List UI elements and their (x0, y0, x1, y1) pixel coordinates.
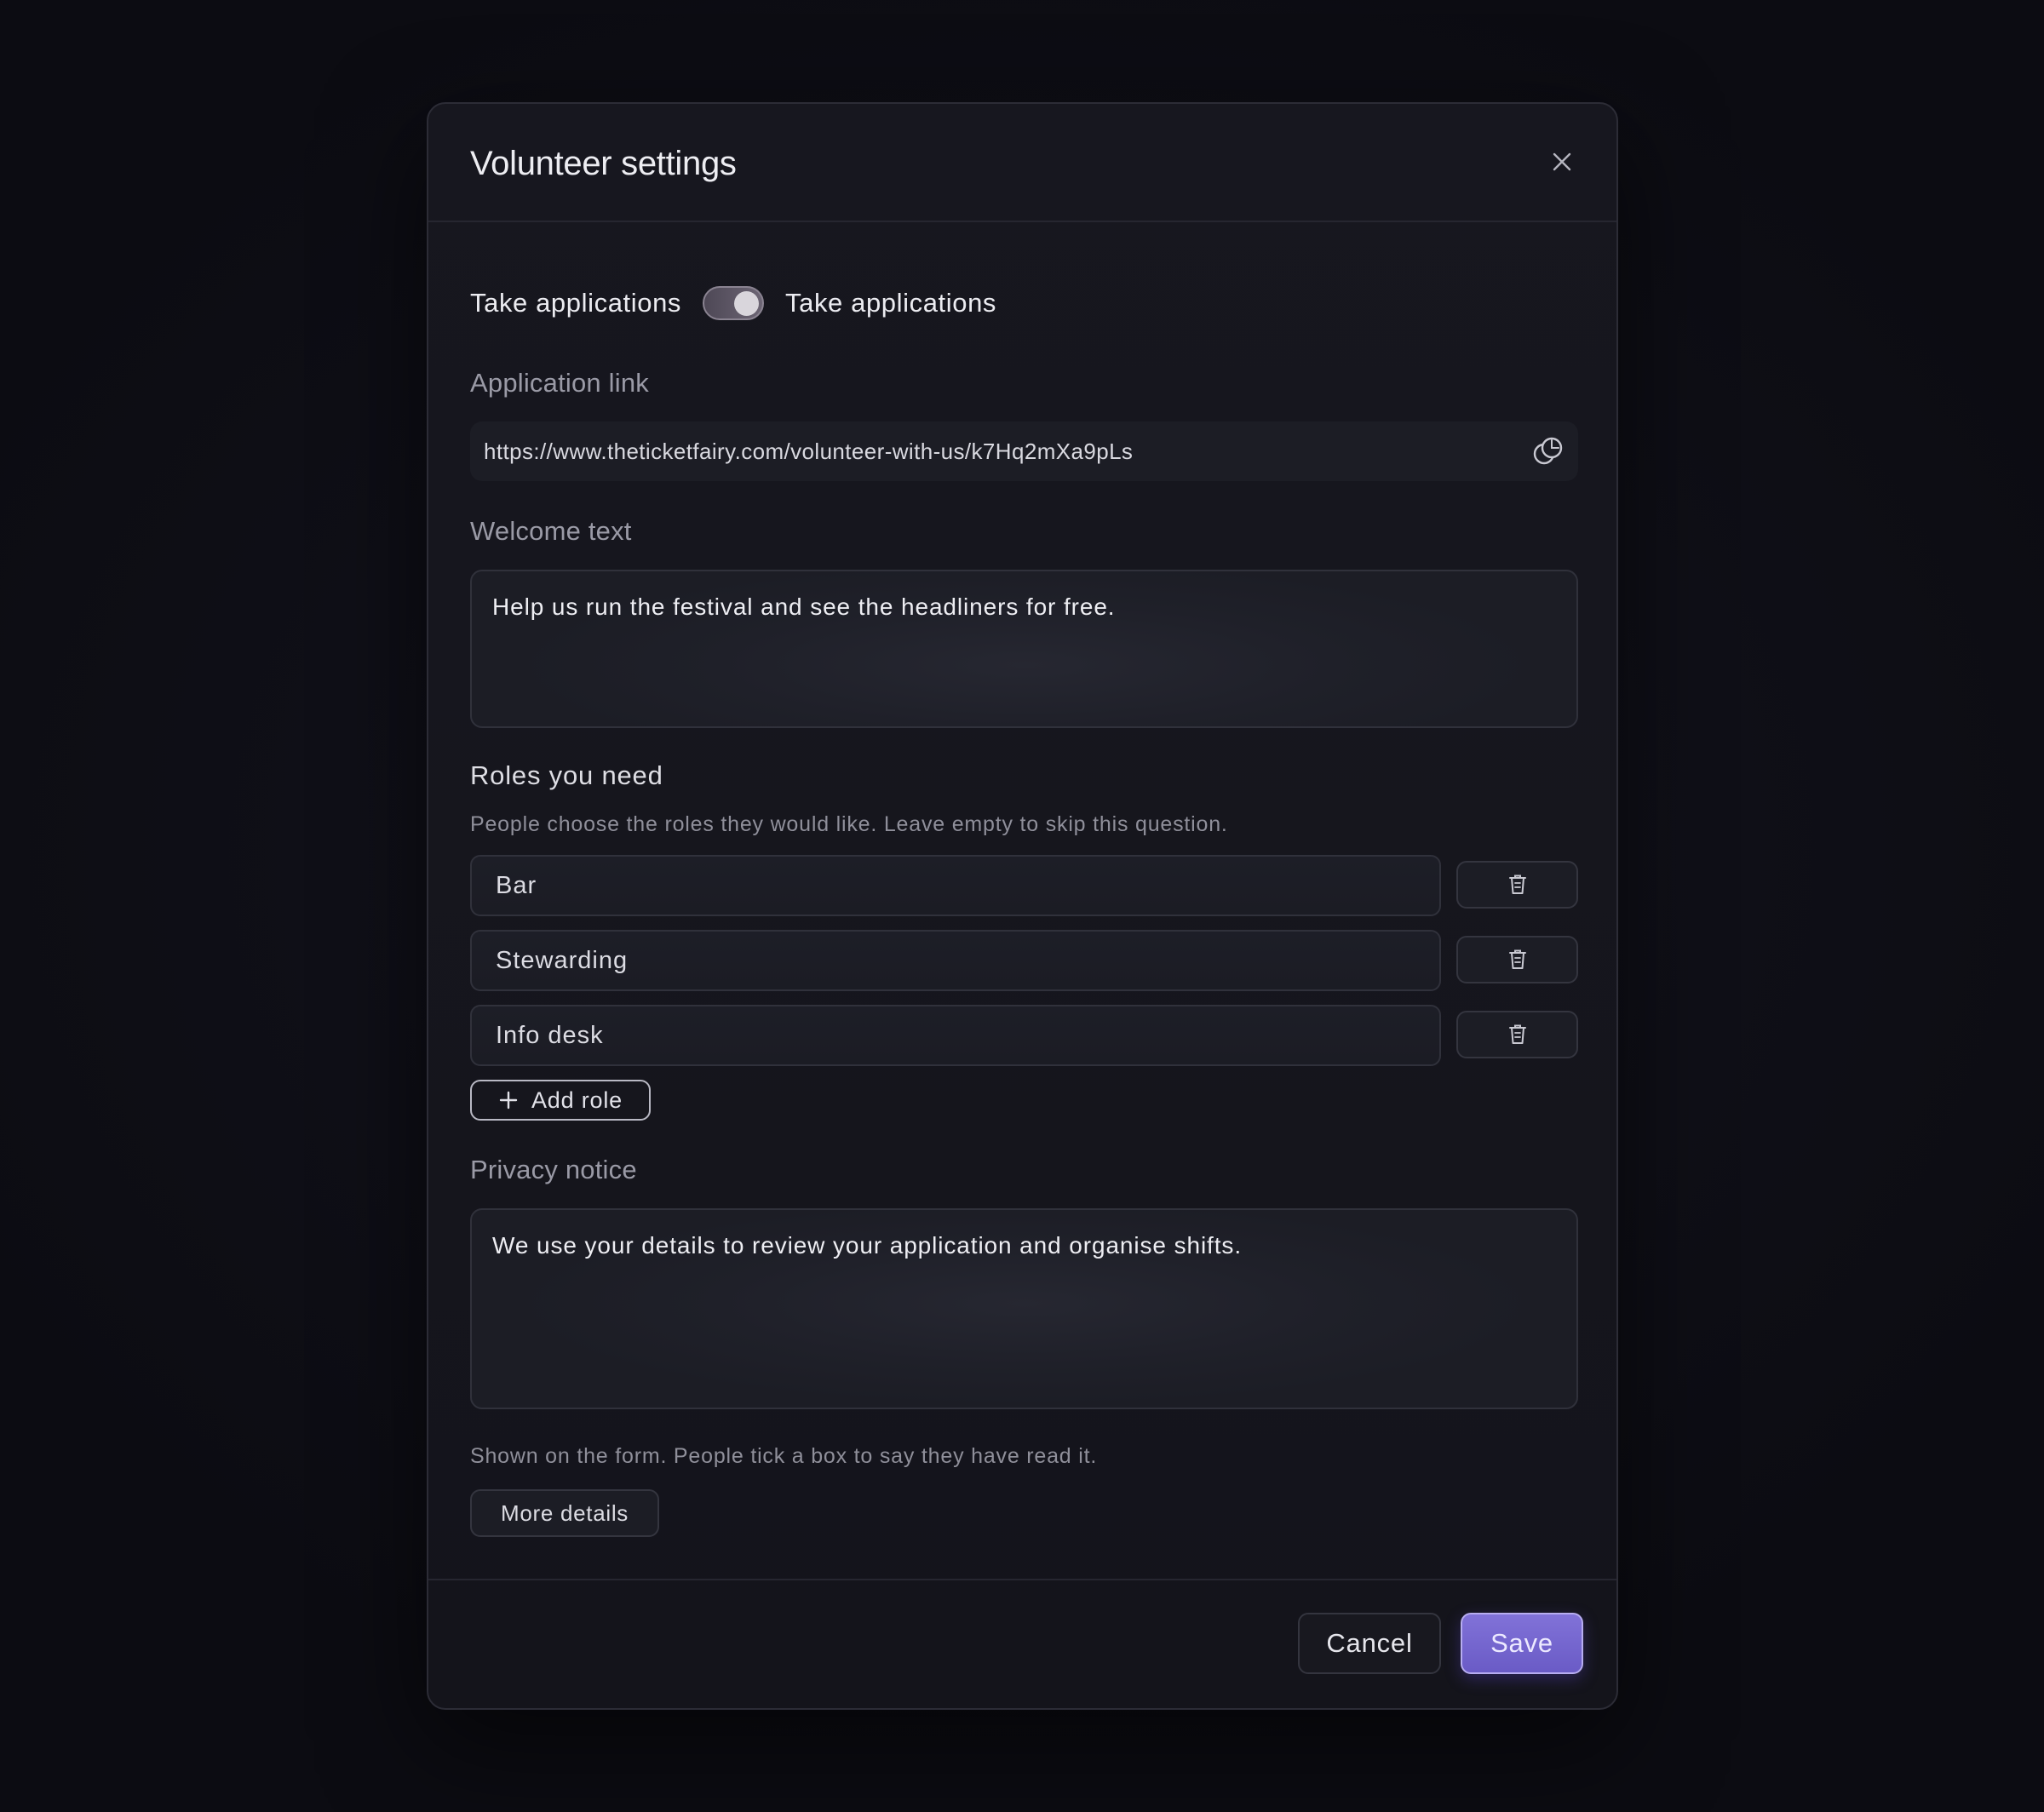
delete-role-button[interactable] (1456, 936, 1578, 983)
copy-link-button[interactable] (1532, 435, 1565, 467)
role-input[interactable]: Stewarding (470, 930, 1441, 991)
toggle-knob (734, 291, 760, 316)
trash-icon (1508, 949, 1526, 969)
toggle-label-left: Take applications (470, 288, 682, 318)
role-row: Bar (470, 855, 1578, 916)
privacy-notice-label: Privacy notice (470, 1155, 637, 1184)
take-applications-toggle[interactable] (703, 286, 765, 320)
add-role-button[interactable]: Add role (470, 1080, 651, 1121)
application-link-label: Application link (470, 368, 649, 398)
volunteer-settings-dialog: Volunteer settings Take applications Tak… (427, 102, 1618, 1710)
close-button[interactable] (1545, 145, 1579, 179)
role-row: Info desk (470, 1005, 1578, 1066)
role-input[interactable]: Bar (470, 855, 1441, 916)
cancel-button[interactable]: Cancel (1298, 1613, 1441, 1674)
privacy-help-text: Shown on the form. People tick a box to … (470, 1444, 1098, 1468)
roles-label: Roles you need (470, 760, 663, 790)
add-role-label: Add role (531, 1087, 623, 1113)
application-link-value: https://www.theticketfairy.com/volunteer… (484, 438, 1134, 464)
toggle-label-right: Take applications (785, 288, 997, 318)
trash-icon (1508, 874, 1526, 894)
dialog-header: Volunteer settings (428, 104, 1616, 222)
save-button[interactable]: Save (1461, 1613, 1583, 1674)
privacy-notice-input[interactable]: We use your details to review your appli… (470, 1208, 1578, 1409)
copy-icon (1533, 437, 1563, 465)
application-link-field[interactable]: https://www.theticketfairy.com/volunteer… (470, 421, 1578, 481)
close-icon (1553, 152, 1571, 171)
delete-role-button[interactable] (1456, 861, 1578, 909)
role-row: Stewarding (470, 930, 1578, 991)
welcome-text-label: Welcome text (470, 516, 632, 546)
dialog-title: Volunteer settings (470, 145, 737, 182)
roles-help-text: People choose the roles they would like.… (470, 812, 1228, 836)
trash-icon (1508, 1024, 1526, 1044)
role-input[interactable]: Info desk (470, 1005, 1441, 1066)
more-details-button[interactable]: More details (470, 1489, 659, 1537)
welcome-text-input[interactable]: Help us run the festival and see the hea… (470, 570, 1578, 728)
take-applications-row: Take applications Take applications (470, 278, 996, 329)
delete-role-button[interactable] (1456, 1011, 1578, 1058)
plus-icon (499, 1091, 518, 1110)
